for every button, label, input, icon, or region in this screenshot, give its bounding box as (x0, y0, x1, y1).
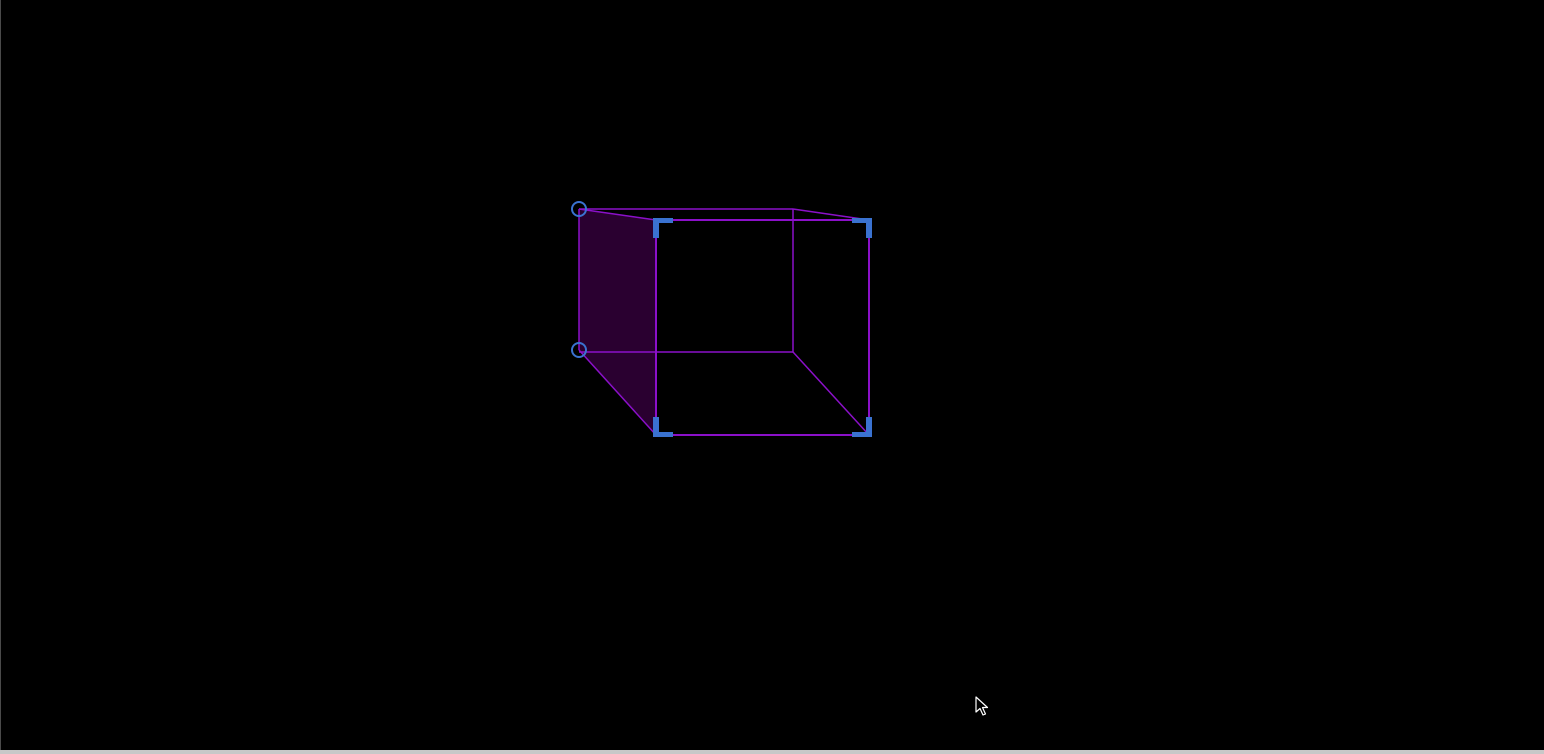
cuboid-front-face[interactable] (655, 219, 870, 436)
corner-bracket-icon-top-left[interactable] (653, 218, 673, 238)
arrow-pointer-icon (975, 696, 989, 716)
corner-bracket-icon-bottom-left[interactable] (653, 417, 673, 437)
depth-edge-bottom-right (792, 351, 870, 436)
cuboid-annotation[interactable] (0, 0, 1544, 754)
cuboid-side-face[interactable] (579, 209, 656, 435)
bottom-status-strip (0, 750, 1544, 754)
corner-bracket-icon-top-right[interactable] (852, 218, 872, 238)
drawing-canvas[interactable] (0, 0, 1544, 754)
